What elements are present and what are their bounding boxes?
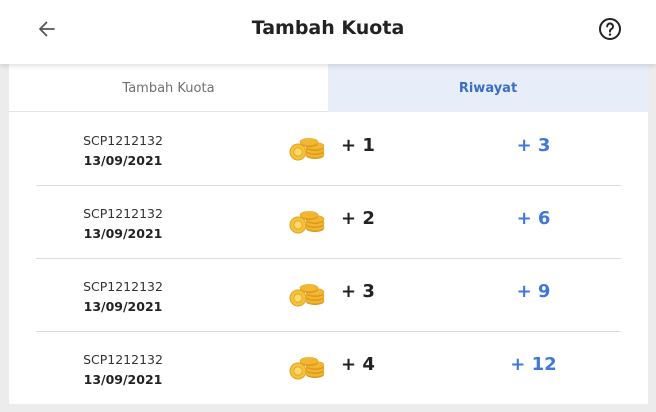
- tab-riwayat[interactable]: Riwayat: [328, 64, 648, 112]
- transaction-date: 13/09/2021: [83, 226, 163, 241]
- quota-total: + 6: [516, 208, 551, 229]
- transaction-code: SCP1212132: [83, 279, 163, 294]
- quota-total: + 12: [510, 354, 557, 375]
- transaction-info: SCP1212132 13/09/2021: [36, 131, 210, 171]
- transaction-date: 13/09/2021: [83, 299, 163, 314]
- transaction-info: SCP1212132 13/09/2021: [36, 277, 210, 317]
- transaction-code: SCP1212132: [83, 133, 163, 148]
- quota-total: + 9: [516, 281, 551, 302]
- coins-icon: [289, 357, 325, 380]
- quota-amount: + 2: [341, 208, 375, 229]
- app-header: Tambah Kuota: [0, 0, 656, 64]
- help-button[interactable]: [596, 15, 624, 43]
- coins-icon: [289, 211, 325, 234]
- history-list: SCP1212132 13/09/2021 + 1 + 3 SCP1212132…: [36, 113, 621, 405]
- coins-icon: [289, 284, 325, 307]
- tab-bar: Tambah Kuota Riwayat: [9, 64, 648, 112]
- quota-amount: + 4: [341, 354, 375, 375]
- transaction-info: SCP1212132 13/09/2021: [36, 204, 210, 244]
- transaction-date: 13/09/2021: [83, 153, 163, 168]
- history-row[interactable]: SCP1212132 13/09/2021 + 2 + 6: [36, 186, 621, 259]
- transaction-code: SCP1212132: [83, 206, 163, 221]
- coins-icon: [289, 138, 325, 161]
- transaction-info: SCP1212132 13/09/2021: [36, 350, 210, 390]
- help-circle-icon: [599, 18, 621, 40]
- transaction-code: SCP1212132: [83, 352, 163, 367]
- history-row[interactable]: SCP1212132 13/09/2021 + 3 + 9: [36, 259, 621, 332]
- history-row[interactable]: SCP1212132 13/09/2021 + 1 + 3: [36, 113, 621, 186]
- quota-amount: + 3: [341, 281, 375, 302]
- history-card: Tambah Kuota Riwayat SCP1212132 13/09/20…: [9, 64, 648, 404]
- tab-tambah-kuota[interactable]: Tambah Kuota: [9, 64, 328, 112]
- quota-amount: + 1: [341, 135, 375, 156]
- transaction-date: 13/09/2021: [83, 372, 163, 387]
- history-row[interactable]: SCP1212132 13/09/2021 + 4 + 12: [36, 332, 621, 405]
- quota-total: + 3: [516, 135, 551, 156]
- page-title: Tambah Kuota: [251, 17, 405, 39]
